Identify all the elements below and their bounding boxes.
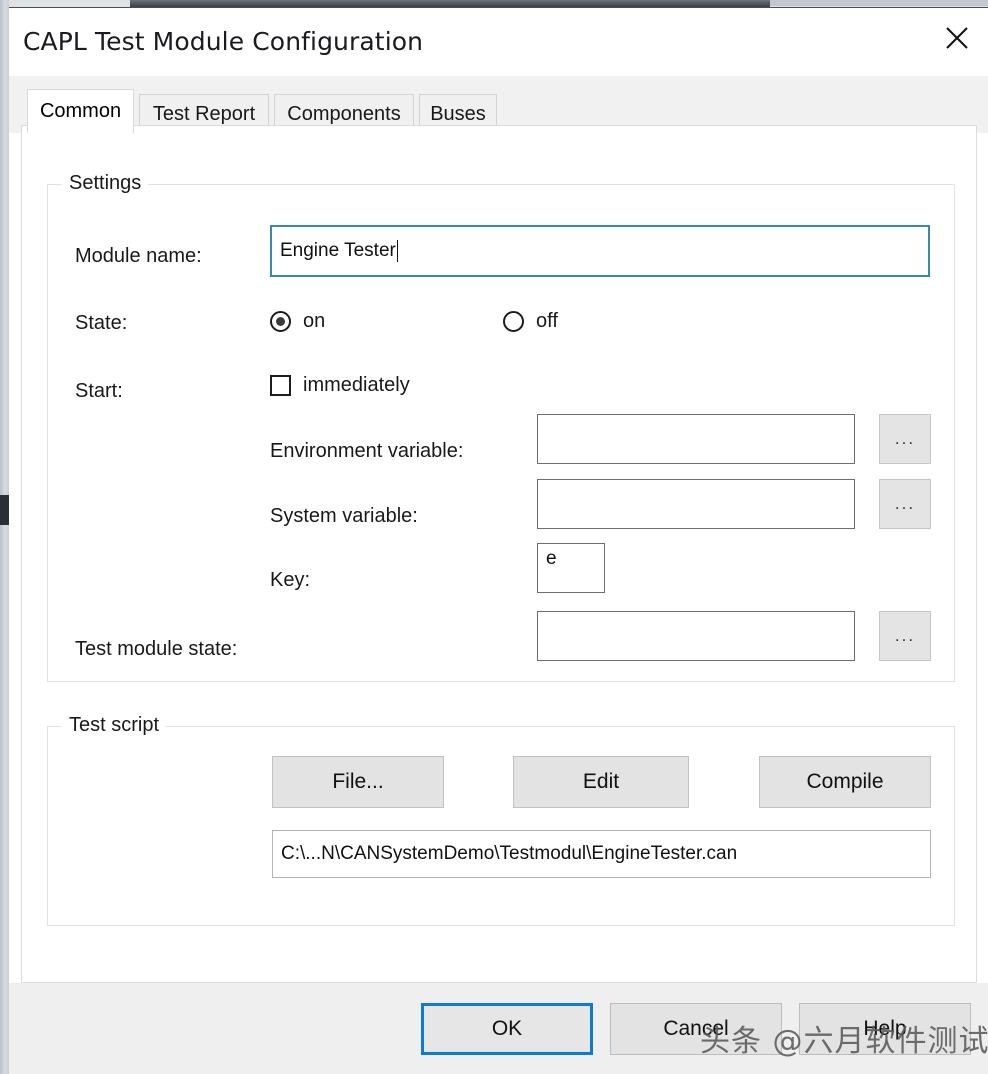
dialog-title: CAPL Test Module Configuration xyxy=(23,27,424,56)
state-label: State: xyxy=(75,312,128,334)
system-variable-browse-button[interactable]: ... xyxy=(879,479,931,529)
radio-off-label: off xyxy=(536,310,558,332)
radio-off-icon xyxy=(503,311,524,332)
close-icon[interactable] xyxy=(926,8,988,68)
dialog-footer: OK Cancel Help xyxy=(9,983,988,1074)
ok-button[interactable]: OK xyxy=(421,1003,593,1055)
settings-group: Settings Module name: Engine Tester Stat… xyxy=(47,172,955,682)
test-module-state-browse-button[interactable]: ... xyxy=(879,611,931,661)
background-window-left-edge xyxy=(0,0,9,1074)
key-input[interactable]: e xyxy=(537,543,605,593)
background-window-titlebar xyxy=(130,0,770,7)
edit-button[interactable]: Edit xyxy=(513,756,689,808)
radio-state-on[interactable]: on xyxy=(270,310,325,333)
tab-common[interactable]: Common xyxy=(27,89,134,134)
module-name-label: Module name: xyxy=(75,245,202,267)
test-module-state-input[interactable] xyxy=(537,611,855,661)
background-window-notch xyxy=(0,495,9,525)
system-variable-label: System variable: xyxy=(270,505,418,527)
system-variable-input[interactable] xyxy=(537,479,855,529)
help-button[interactable]: Help xyxy=(799,1003,971,1055)
screen-root: CAPL Test Module Configuration Common Te… xyxy=(0,0,988,1074)
checkbox-immediately[interactable]: immediately xyxy=(270,374,410,397)
start-label: Start: xyxy=(75,380,123,402)
test-module-state-label: Test module state: xyxy=(75,638,238,660)
checkbox-immediately-icon xyxy=(270,375,291,396)
cancel-button[interactable]: Cancel xyxy=(610,1003,782,1055)
test-script-group: Test script File... Edit Compile C:\...N… xyxy=(47,714,955,926)
environment-variable-input[interactable] xyxy=(537,414,855,464)
settings-group-title: Settings xyxy=(62,172,149,195)
radio-on-label: on xyxy=(303,310,326,332)
module-name-input[interactable]: Engine Tester xyxy=(270,225,930,277)
environment-variable-label: Environment variable: xyxy=(270,440,464,462)
radio-on-icon xyxy=(270,311,291,332)
compile-button[interactable]: Compile xyxy=(759,756,931,808)
text-caret xyxy=(396,240,398,262)
radio-state-off[interactable]: off xyxy=(503,310,558,333)
test-script-group-title: Test script xyxy=(62,714,167,737)
key-label: Key: xyxy=(270,569,311,591)
file-button[interactable]: File... xyxy=(272,756,444,808)
dialog-titlebar: CAPL Test Module Configuration xyxy=(9,8,988,76)
background-window-titlebar-right xyxy=(770,0,988,6)
tab-panel-common: Settings Module name: Engine Tester Stat… xyxy=(21,125,977,983)
capl-test-module-configuration-dialog: CAPL Test Module Configuration Common Te… xyxy=(9,7,988,1074)
module-name-value: Engine Tester xyxy=(280,240,396,261)
script-path-input[interactable]: C:\...N\CANSystemDemo\Testmodul\EngineTe… xyxy=(272,830,931,878)
environment-variable-browse-button[interactable]: ... xyxy=(879,414,931,464)
checkbox-immediately-label: immediately xyxy=(303,374,410,396)
